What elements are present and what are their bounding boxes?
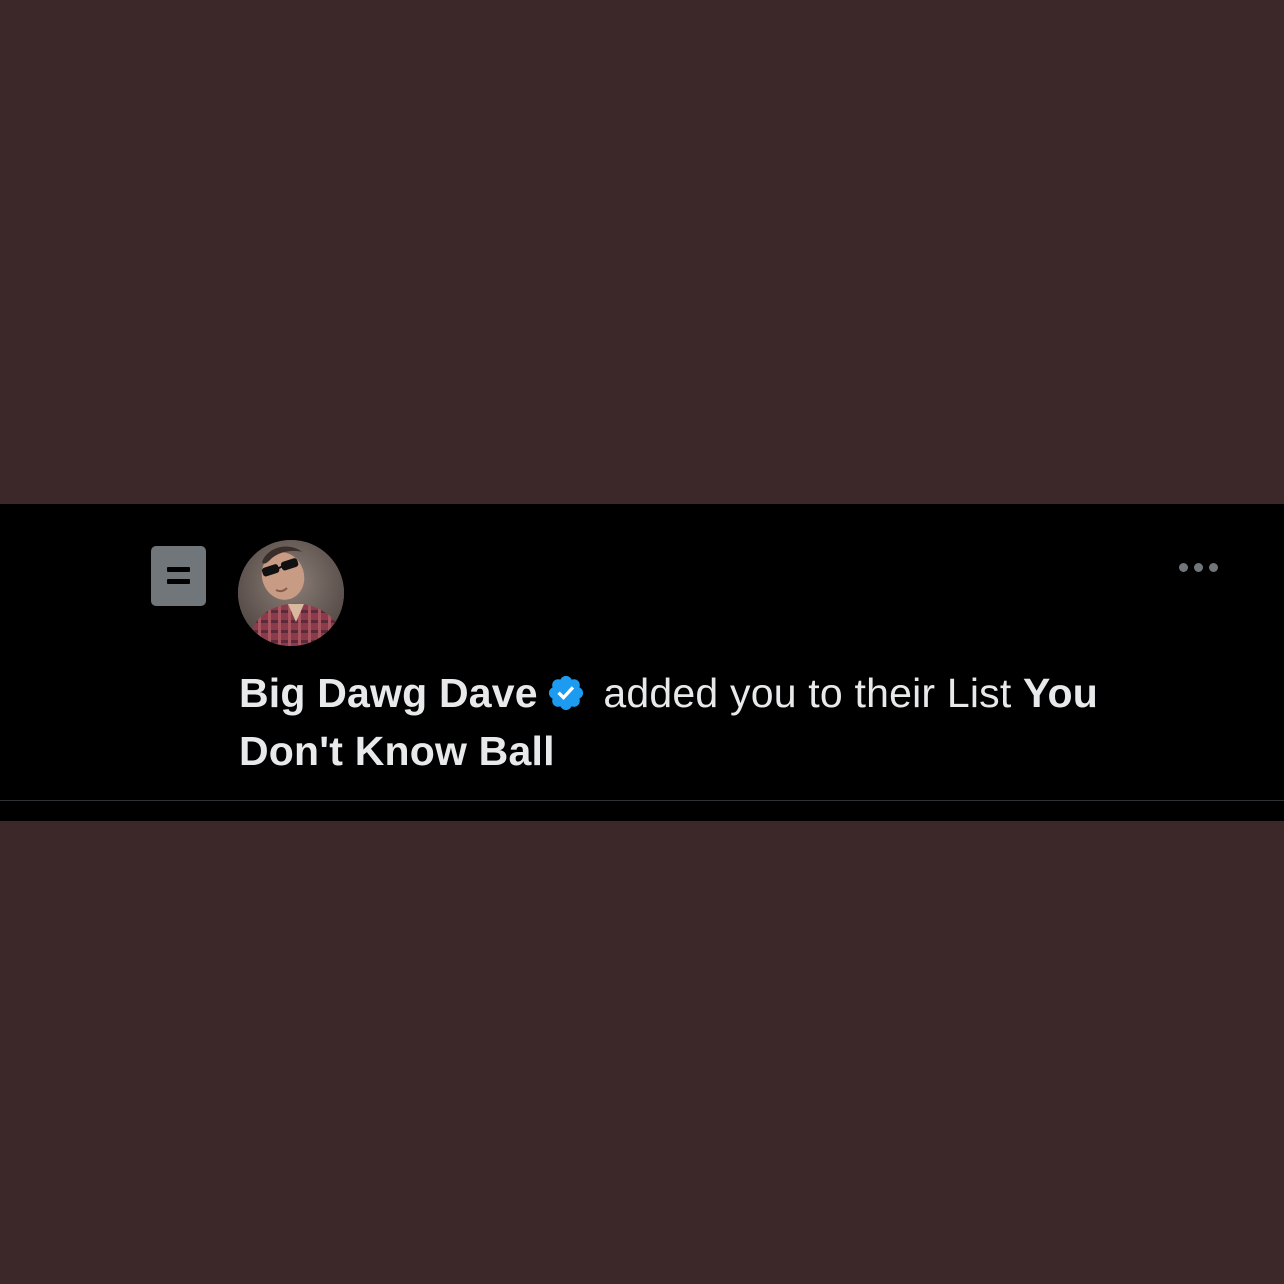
verified-badge-icon xyxy=(548,675,583,711)
avatar[interactable] xyxy=(238,540,344,646)
backdrop-bottom xyxy=(0,821,1284,1284)
backdrop-top xyxy=(0,0,1284,504)
list-icon-bar xyxy=(167,579,190,584)
more-options-button[interactable] xyxy=(1170,552,1226,582)
list-icon xyxy=(151,546,206,606)
avatar-photo xyxy=(238,540,344,646)
action-text: added you to their List xyxy=(603,670,1012,716)
more-options-icon xyxy=(1178,562,1188,572)
next-item-edge xyxy=(0,801,1284,821)
notification-text: Big Dawg Dave added you to their List Yo… xyxy=(239,664,1199,780)
more-options-icon xyxy=(1193,562,1203,572)
more-options-icon xyxy=(1208,562,1218,572)
actor-name-link[interactable]: Big Dawg Dave xyxy=(239,670,538,716)
list-icon-bar xyxy=(167,567,190,572)
